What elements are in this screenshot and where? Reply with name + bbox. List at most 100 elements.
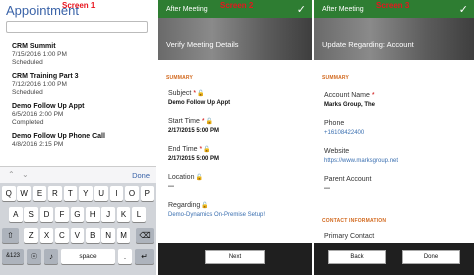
shift-key[interactable]: ⇧	[2, 228, 19, 243]
banner: Update Regarding: Account	[314, 18, 474, 60]
parent-account-value[interactable]: ---	[324, 186, 330, 192]
keyboard-done-button[interactable]: Done	[132, 171, 150, 180]
end-time-label: End Time *🔓	[168, 146, 211, 153]
key-q[interactable]: Q	[2, 186, 16, 201]
subject-label-text: Subject	[168, 90, 192, 97]
key-n[interactable]: N	[101, 228, 115, 243]
end-label-text: End Time	[168, 146, 198, 153]
key-o[interactable]: O	[125, 186, 139, 201]
key-j[interactable]: J	[101, 207, 115, 222]
chevron-up-icon[interactable]: ⌃	[8, 170, 15, 179]
website-label: Website	[324, 148, 350, 155]
screen-3: After Meeting Screen 3 ✓ Update Regardin…	[314, 0, 474, 275]
start-time-value[interactable]: 2/17/2015 5:00 PM	[168, 128, 219, 134]
key-f[interactable]: F	[55, 207, 69, 222]
item-date: 7/12/2016 1:00 PM	[12, 81, 67, 88]
key-t[interactable]: T	[63, 186, 78, 201]
banner: Verify Meeting Details	[158, 18, 312, 60]
key-m[interactable]: M	[116, 228, 131, 243]
keyboard-row-3: ⇧ Z X C V B N M ⌫	[0, 228, 156, 245]
key-h[interactable]: H	[86, 207, 100, 222]
chevron-down-icon[interactable]: ⌄	[22, 170, 29, 179]
lock-icon: 🔓	[205, 119, 214, 125]
item-date: 4/8/2016 2:15 PM	[12, 141, 64, 148]
bottom-bar: Next	[158, 243, 312, 275]
space-key[interactable]: space	[61, 249, 115, 264]
keyboard: Q W E R T Y U I O P A S D F G H J K L ⇧ …	[0, 183, 156, 275]
lock-icon: 🔓	[203, 147, 211, 153]
app-header: After Meeting Screen 3 ✓	[314, 0, 474, 18]
key-l[interactable]: L	[132, 207, 146, 222]
key-v[interactable]: V	[70, 228, 85, 243]
key-a[interactable]: A	[9, 207, 23, 222]
lock-icon: 🔓	[197, 91, 205, 97]
key-p[interactable]: P	[140, 186, 155, 201]
list-item[interactable]: CRM Summit 7/15/2016 1:00 PM Scheduled	[12, 42, 152, 67]
regarding-label-text: Regarding	[168, 202, 201, 209]
start-label-text: Start Time	[168, 118, 200, 125]
location-label-text: Location	[168, 174, 195, 181]
key-y[interactable]: Y	[79, 186, 93, 201]
parent-account-label: Parent Account	[324, 176, 372, 183]
end-time-value[interactable]: 2/17/2015 5:00 PM	[168, 156, 219, 162]
header-title: After Meeting	[166, 6, 208, 13]
phone-value[interactable]: +16108422400	[324, 130, 364, 136]
return-icon[interactable]: ↵	[135, 249, 154, 264]
key-g[interactable]: G	[70, 207, 85, 222]
keyboard-accessory-bar: ⌃ ⌄ Done	[0, 166, 156, 183]
key-c[interactable]: C	[55, 228, 69, 243]
item-date: 7/15/2016 1:00 PM	[12, 51, 67, 58]
list-item[interactable]: Demo Follow Up Phone Call 4/8/2016 2:15 …	[12, 132, 152, 149]
key-d[interactable]: D	[39, 207, 54, 222]
phone-label: Phone	[324, 120, 345, 127]
key-i[interactable]: I	[109, 186, 124, 201]
search-input[interactable]	[6, 21, 148, 33]
screen-label-2: Screen 2	[220, 1, 254, 10]
item-title: CRM Summit	[12, 43, 56, 50]
key-b[interactable]: B	[86, 228, 100, 243]
appointment-list: CRM Summit 7/15/2016 1:00 PM Scheduled C…	[12, 42, 152, 154]
website-value[interactable]: https://www.marksgroup.net	[324, 158, 398, 164]
period-key[interactable]: .	[118, 249, 132, 264]
numbers-key[interactable]: &123	[2, 249, 24, 264]
banner-title: Verify Meeting Details	[166, 40, 239, 49]
screen-1: Appointment Screen 1 CRM Summit 7/15/201…	[0, 0, 156, 275]
lock-icon: 🔓	[195, 175, 203, 181]
microphone-icon[interactable]: ♪	[44, 249, 58, 264]
key-x[interactable]: X	[39, 228, 54, 243]
item-status: Scheduled	[12, 89, 43, 96]
key-z[interactable]: Z	[24, 228, 38, 243]
subject-label: Subject *🔓	[168, 90, 205, 97]
account-name-value[interactable]: Marks Group, The	[324, 102, 375, 108]
primary-contact-label: Primary Contact	[324, 233, 375, 240]
bottom-bar: Back Done	[314, 243, 474, 275]
regarding-link[interactable]: Demo-Dynamics On-Premise Setup!	[168, 212, 265, 218]
section-summary: SUMMARY	[166, 75, 194, 81]
subject-value[interactable]: Demo Follow Up Appt	[168, 100, 230, 106]
back-button[interactable]: Back	[328, 250, 386, 264]
checkmark-icon[interactable]: ✓	[297, 3, 306, 16]
done-button[interactable]: Done	[402, 250, 460, 264]
regarding-label: Regarding🔓	[168, 202, 209, 209]
app-header: After Meeting Screen 2 ✓	[158, 0, 312, 18]
key-s[interactable]: S	[24, 207, 38, 222]
globe-icon[interactable]: ☉	[27, 249, 41, 264]
item-title: Demo Follow Up Appt	[12, 103, 85, 110]
list-item[interactable]: Demo Follow Up Appt 6/5/2016 2:00 PM Com…	[12, 102, 152, 127]
key-e[interactable]: E	[32, 186, 47, 201]
key-r[interactable]: R	[48, 186, 62, 201]
key-k[interactable]: K	[116, 207, 131, 222]
checkmark-icon[interactable]: ✓	[459, 3, 468, 16]
keyboard-row-4: &123 ☉ ♪ space . ↵	[0, 249, 156, 266]
item-date: 6/5/2016 2:00 PM	[12, 111, 64, 118]
section-summary: SUMMARY	[322, 75, 350, 81]
location-value[interactable]: ---	[168, 184, 174, 190]
key-u[interactable]: U	[94, 186, 108, 201]
list-item[interactable]: CRM Training Part 3 7/12/2016 1:00 PM Sc…	[12, 72, 152, 97]
keyboard-row-2: A S D F G H J K L	[0, 207, 156, 224]
item-title: CRM Training Part 3	[12, 73, 79, 80]
next-button[interactable]: Next	[205, 250, 265, 264]
key-w[interactable]: W	[17, 186, 31, 201]
location-label: Location🔓	[168, 174, 203, 181]
backspace-key[interactable]: ⌫	[136, 228, 154, 243]
